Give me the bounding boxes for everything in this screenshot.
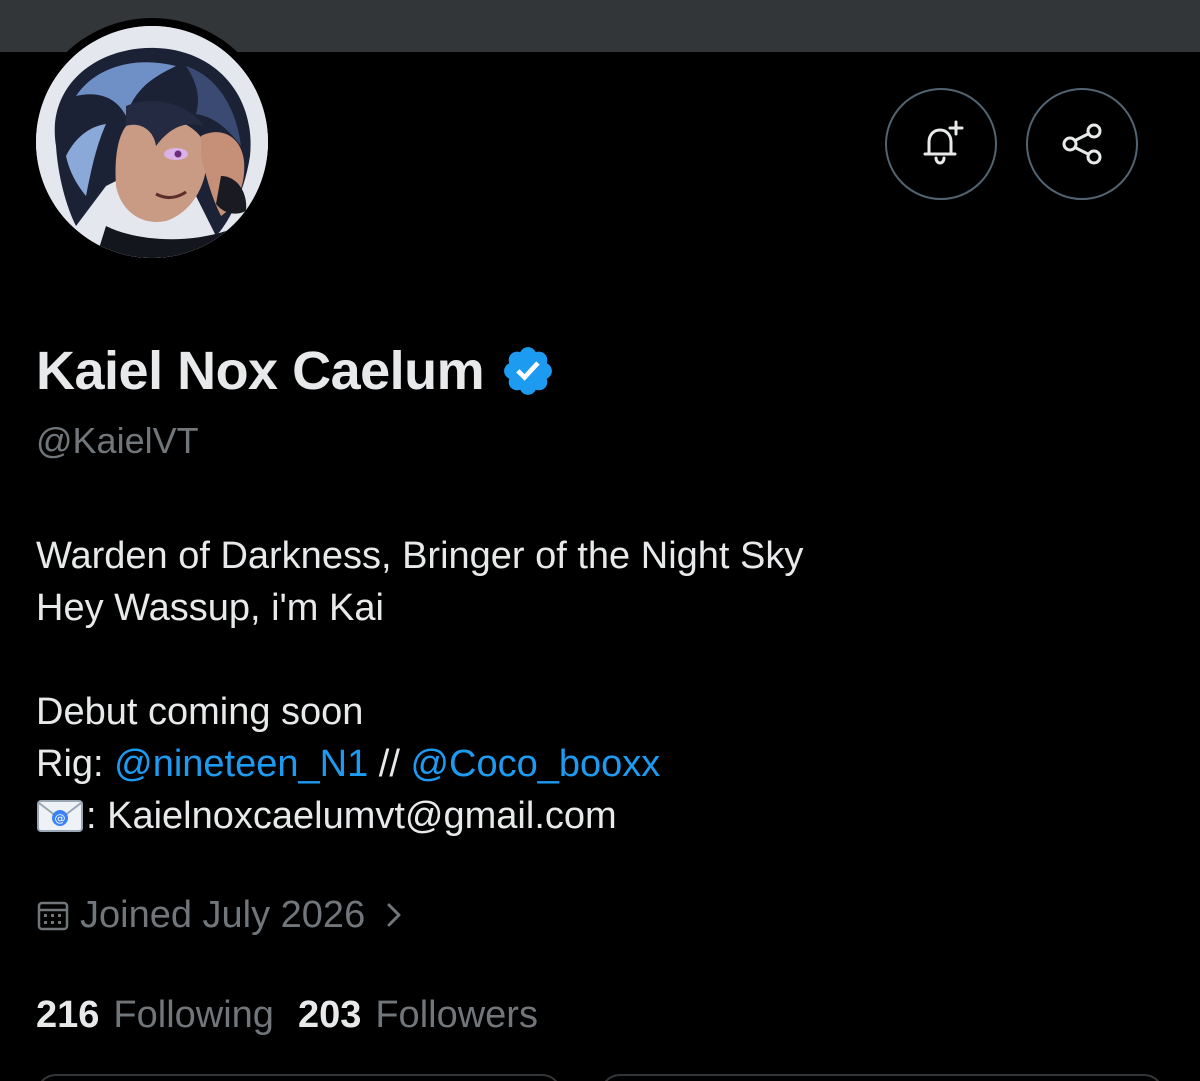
display-name: Kaiel Nox Caelum <box>36 341 485 401</box>
mention-link-coco[interactable]: @Coco_booxx <box>410 743 660 785</box>
follow-stats: 216 Following 203 Followers <box>36 988 538 1042</box>
svg-text:@: @ <box>55 812 66 825</box>
bio-rig-line: Rig: @nineteen_N1 // @Coco_booxx <box>36 738 803 790</box>
rig-separator: // <box>368 743 411 785</box>
following-count: 216 <box>36 993 100 1036</box>
joined-date[interactable]: Joined July 2026 <box>36 888 409 942</box>
mention-link-nineteen[interactable]: @nineteen_N1 <box>114 743 368 785</box>
cutoff-button-right[interactable] <box>600 1074 1164 1081</box>
avatar[interactable] <box>36 26 268 258</box>
chevron-right-icon <box>387 903 401 927</box>
bio-line: Hey Wassup, i'm Kai <box>36 587 384 629</box>
share-button[interactable] <box>1026 88 1138 200</box>
following-label: Following <box>113 993 274 1036</box>
bio-email-line: @ : Kaielnoxcaelumvt@gmail.com <box>36 790 803 842</box>
verified-badge-icon[interactable] <box>500 343 556 399</box>
followers-link[interactable]: 203 Followers <box>298 994 538 1037</box>
bio-line: Debut coming soon <box>36 691 364 733</box>
envelope-email-icon: @ <box>37 800 83 832</box>
followers-count: 203 <box>297 993 362 1036</box>
bell-plus-icon <box>923 120 964 165</box>
avatar-illustration <box>36 26 268 258</box>
bio-line: Warden of Darkness, Bringer of the Night… <box>36 535 804 577</box>
joined-text: Joined July 2026 <box>80 893 366 936</box>
notify-button[interactable] <box>885 88 997 200</box>
user-handle: @KaielVT <box>36 420 199 461</box>
share-icon <box>1062 123 1102 165</box>
bio-blank-line <box>36 634 803 686</box>
followers-label: Followers <box>375 993 538 1036</box>
email-address[interactable]: : Kaielnoxcaelumvt@gmail.com <box>86 795 617 837</box>
profile-bio: Warden of Darkness, Bringer of the Night… <box>36 530 803 842</box>
rig-label: Rig: <box>36 743 115 785</box>
following-link[interactable]: 216 Following <box>36 994 274 1037</box>
calendar-icon <box>37 901 69 931</box>
cutoff-button-left[interactable] <box>36 1074 562 1081</box>
display-name-row: Kaiel Nox Caelum <box>36 336 556 406</box>
